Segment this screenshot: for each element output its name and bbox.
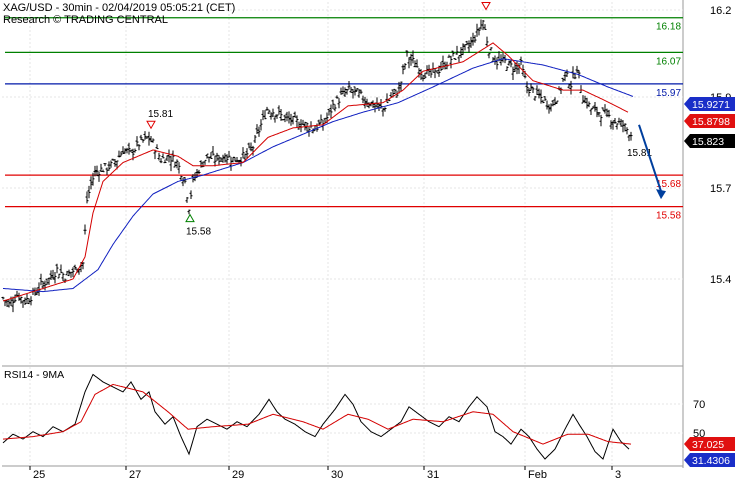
y-tick-label: 15.7 (710, 183, 731, 195)
chart-title: XAG/USD - 30min - 02/04/2019 05:05:21 (C… (3, 2, 236, 14)
chart-window: 2527293031Feb316.215.915.715.4705016.181… (0, 0, 735, 481)
level-label: 16.07 (656, 56, 681, 67)
x-tick-label: 25 (33, 469, 45, 480)
level-label: 15.97 (656, 88, 681, 99)
research-credit: Research © TRADING CENTRAL (3, 14, 168, 26)
level-label: 16.18 (656, 22, 681, 33)
y-tick-label: 16.2 (710, 5, 731, 17)
x-tick-label: 29 (232, 469, 244, 480)
x-tick-label: Feb (528, 469, 547, 480)
level-label: 15.58 (656, 211, 681, 222)
rsi-badge: 31.4306 (692, 455, 730, 467)
price-badge: 15.8798 (692, 116, 730, 128)
y-tick-label: 15.4 (710, 274, 731, 286)
background (0, 0, 735, 480)
annotation-label: 15.58 (186, 227, 211, 238)
chart-canvas: 2527293031Feb316.215.915.715.4705016.181… (0, 0, 735, 481)
x-tick-label: 3 (615, 469, 621, 480)
rsi-panel-label: RSI14 - 9MA (4, 369, 64, 381)
price-badge: 15.823 (692, 136, 724, 148)
rsi-y-tick-label: 70 (693, 399, 705, 411)
rsi-badge: 37.025 (692, 439, 724, 451)
x-tick-label: 27 (129, 469, 141, 480)
price-badge: 15.9271 (692, 99, 730, 111)
annotation-label: 15.81 (148, 109, 173, 120)
x-tick-label: 31 (427, 469, 439, 480)
x-tick-label: 30 (331, 469, 343, 480)
